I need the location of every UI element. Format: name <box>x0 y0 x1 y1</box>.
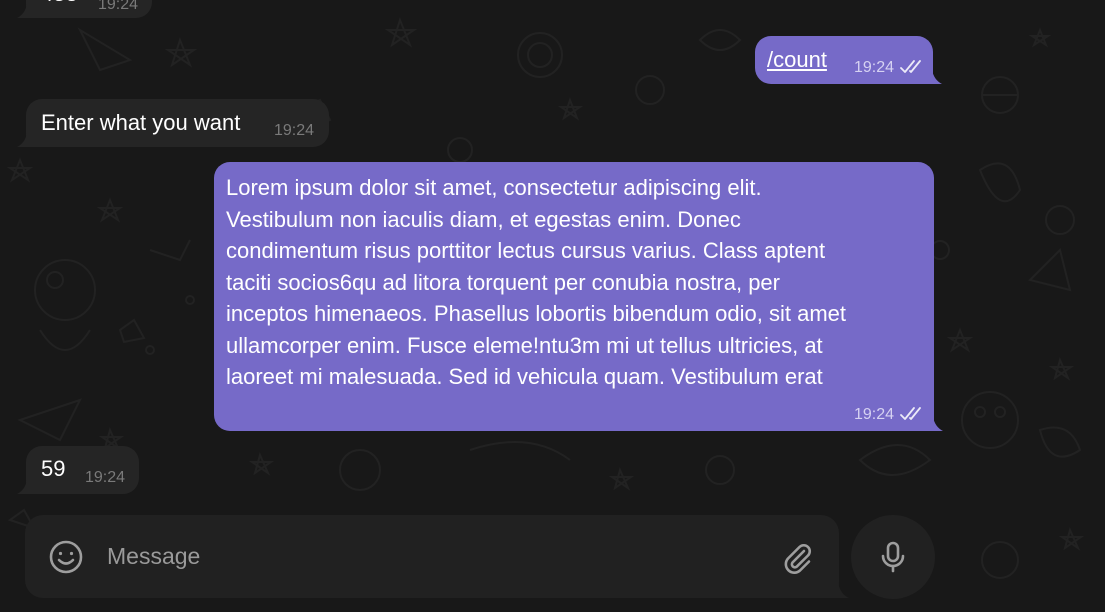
bubble-tail <box>932 70 942 84</box>
smiley-face-icon[interactable] <box>48 539 84 575</box>
message-line: Lorem ipsum dolor sit amet, consectetur … <box>226 175 762 200</box>
voice-record-button[interactable] <box>851 515 935 599</box>
message-time: 19:24 <box>274 122 315 139</box>
message-line: condimentum risus porttitor lectus cursu… <box>226 238 826 263</box>
message-text: Enter what you want <box>41 110 241 135</box>
message-time: 19:24 <box>854 59 895 76</box>
paperclip-icon[interactable] <box>779 539 815 575</box>
message-text: Lorem ipsum dolor sit amet, consectetur … <box>226 172 926 393</box>
message-time: 19:24 <box>98 0 139 13</box>
message-line: taciti socios6qu ad litora torquent per … <box>226 269 780 295</box>
bubble-tail <box>17 4 27 18</box>
message-text: 59 <box>41 456 66 481</box>
message-text: 458 <box>41 0 78 10</box>
message-time: 19:24 <box>85 469 126 486</box>
message-time: 19:24 <box>854 406 895 423</box>
message-incoming: 458 19:24 <box>17 0 152 18</box>
message-incoming: 59 19:24 <box>17 446 139 494</box>
bot-command-link[interactable]: /count <box>767 44 827 76</box>
message-line: inceptos himenaeos. Phasellus lobortis b… <box>226 301 847 326</box>
chat-window: 458 19:24 /count 19:24 Enter what you wa… <box>0 0 1105 612</box>
composer-tail <box>838 582 849 598</box>
message-line: ullamcorper enim. Fusce eleme!ntu3m mi u… <box>226 332 823 358</box>
microphone-icon <box>881 541 905 573</box>
message-incoming: Enter what you want 19:24 <box>17 99 329 147</box>
message-input[interactable] <box>107 535 757 577</box>
message-outgoing: Lorem ipsum dolor sit amet, consectetur … <box>214 162 943 431</box>
message-line: laoreet mi malesuada. Sed id vehicula qu… <box>226 364 823 389</box>
message-outgoing: /count 19:24 <box>755 36 942 84</box>
double-check-read-icon <box>900 407 921 420</box>
message-composer <box>25 515 849 598</box>
message-line: Vestibulum non iaculis diam, et egestas … <box>226 206 741 232</box>
bubble-tail <box>17 480 27 494</box>
bubble-tail <box>17 133 27 147</box>
double-check-read-icon <box>900 60 921 73</box>
bubble-tail <box>933 417 943 431</box>
